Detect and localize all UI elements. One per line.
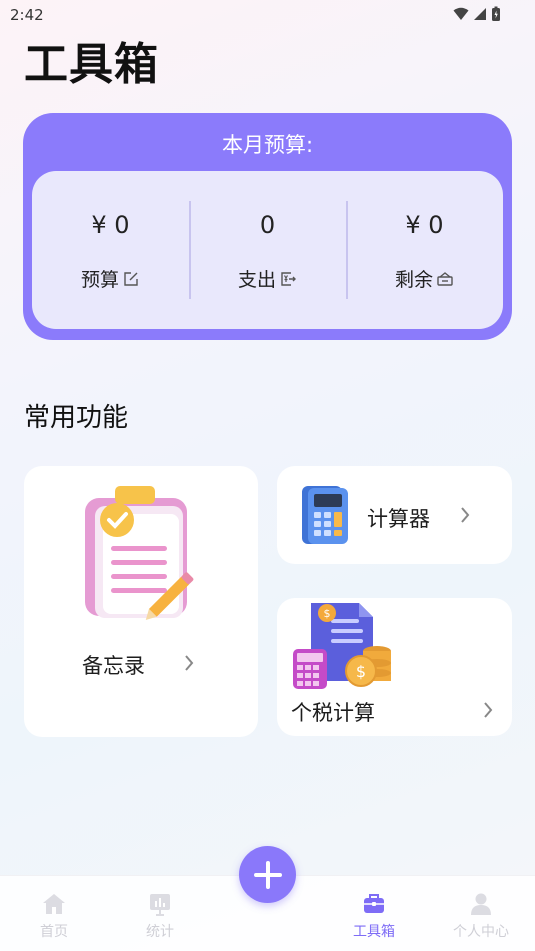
tab-profile[interactable]: 个人中心 — [441, 876, 521, 951]
section-title-functions: 常用功能 — [24, 403, 129, 433]
memo-card[interactable]: 备忘录 — [24, 466, 258, 737]
chart-icon — [150, 894, 170, 916]
status-time: 2:42 — [10, 6, 44, 24]
battery-icon — [492, 6, 500, 21]
tab-profile-label: 个人中心 — [453, 924, 509, 940]
remaining-amount[interactable]: ¥ 0 剩余 — [346, 171, 503, 329]
tab-statistics[interactable]: 统计 — [120, 876, 200, 951]
budget-summary: ¥ 0 预算 0 支出 ¥ 0 剩余 — [32, 171, 503, 329]
monthly-budget-card: 本月预算: ¥ 0 预算 0 支出 ¥ 0 剩余 — [23, 113, 512, 340]
wallet-icon — [437, 271, 453, 286]
wifi-icon — [453, 7, 469, 20]
tab-statistics-label: 统计 — [146, 924, 174, 940]
chevron-right-icon — [461, 507, 470, 523]
tax-calculator-card[interactable]: $ $ 个税计算 — [277, 598, 512, 736]
expense-amount[interactable]: 0 支出 — [189, 171, 346, 329]
tab-toolbox[interactable]: 工具箱 — [334, 876, 414, 951]
budget-amount-value: ¥ 0 — [91, 211, 130, 239]
tab-toolbox-label: 工具箱 — [353, 924, 395, 940]
remaining-amount-value: ¥ 0 — [405, 211, 444, 239]
home-icon — [43, 894, 65, 914]
tax-document-coins-icon: $ $ — [293, 603, 391, 689]
add-button[interactable] — [239, 846, 296, 903]
export-yen-icon — [281, 271, 296, 286]
tab-home-label: 首页 — [40, 924, 68, 940]
chevron-right-icon — [185, 655, 194, 671]
svg-text:$: $ — [356, 662, 366, 681]
tax-label: 个税计算 — [291, 701, 375, 725]
calculator-icon — [302, 486, 348, 544]
calculator-label: 计算器 — [367, 507, 430, 531]
chevron-right-icon — [484, 702, 493, 718]
svg-text:$: $ — [324, 607, 331, 620]
budget-amount-label: 预算 — [80, 269, 119, 291]
signal-icon — [474, 8, 486, 20]
remaining-amount-label: 剩余 — [394, 269, 433, 291]
status-bar: 2:42 — [0, 0, 535, 30]
budget-amount[interactable]: ¥ 0 预算 — [32, 171, 189, 329]
edit-icon[interactable] — [122, 270, 140, 288]
tab-home[interactable]: 首页 — [14, 876, 94, 951]
toolbox-icon — [364, 894, 384, 913]
plus-icon — [253, 860, 282, 889]
calculator-card[interactable]: 计算器 — [277, 466, 512, 564]
expense-amount-value: 0 — [259, 211, 276, 239]
status-icons — [453, 6, 501, 22]
expense-amount-label: 支出 — [237, 269, 276, 291]
user-icon — [471, 893, 491, 915]
clipboard-checklist-icon — [85, 486, 194, 620]
page-title: 工具箱 — [24, 39, 159, 90]
memo-label: 备忘录 — [82, 654, 145, 678]
budget-title: 本月预算: — [221, 133, 314, 157]
